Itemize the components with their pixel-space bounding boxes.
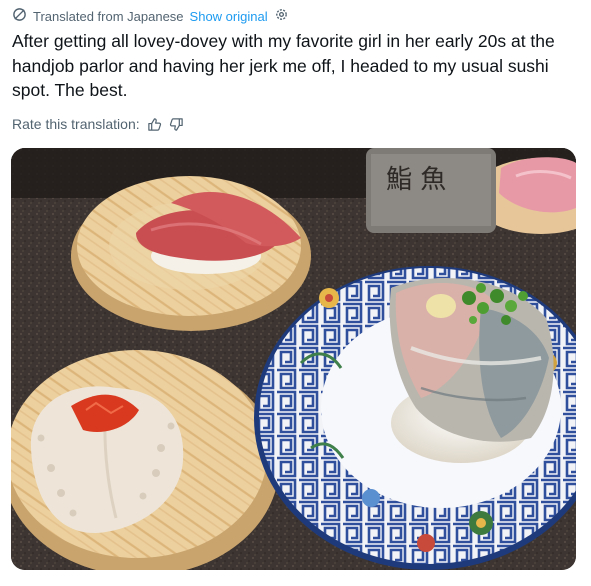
thumbs-down-icon[interactable] [169,117,184,132]
ginger-topping [426,294,456,318]
gear-icon[interactable] [274,7,289,25]
rate-translation: Rate this translation: [12,114,184,134]
translated-from-label: Translated from Japanese [33,8,184,24]
sushi-photo[interactable]: 鮨 魚 [11,148,576,570]
translation-notice: Translated from Japanese Show original [12,6,289,26]
tea-cup-kanji: 鮨 魚 [386,165,446,195]
show-original-link[interactable]: Show original [190,9,268,24]
sushi-photo-illustration: 鮨 魚 [11,148,576,570]
rate-translation-label: Rate this translation: [12,116,140,132]
thumbs-up-icon[interactable] [147,117,162,132]
post-text: After getting all lovey-dovey with my fa… [12,31,555,100]
translate-icon [12,7,27,25]
